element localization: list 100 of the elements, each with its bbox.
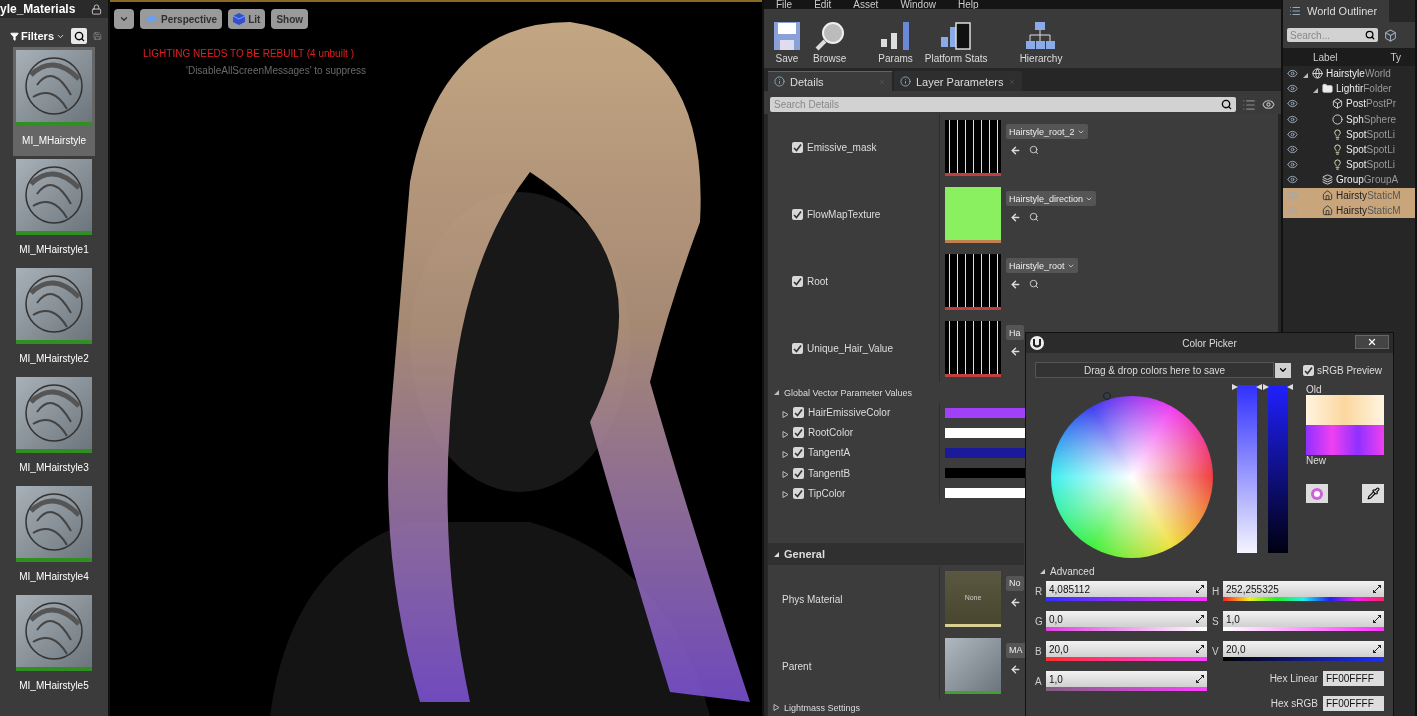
visibility-eye-icon[interactable]	[1287, 68, 1298, 80]
use-selected-icon[interactable]	[1010, 663, 1021, 675]
menu-item[interactable]: File	[776, 0, 793, 9]
checkbox[interactable]	[793, 467, 804, 479]
collapsed-arrow-icon[interactable]	[782, 450, 789, 458]
panel-tab[interactable]: Layer Parameters	[894, 71, 1023, 91]
section-header[interactable]: General	[768, 543, 1024, 566]
browse-icon[interactable]	[1029, 145, 1039, 155]
section-header[interactable]: Global Vector Parameter Values	[768, 382, 1024, 403]
collapsed-arrow-icon[interactable]	[782, 430, 789, 438]
viewport-mode-button[interactable]: Show	[271, 9, 309, 29]
number-field[interactable]: 4,085112	[1046, 581, 1207, 597]
number-field[interactable]: 1,0	[1046, 671, 1207, 687]
use-selected-icon[interactable]	[1010, 596, 1021, 608]
asset-dropdown[interactable]: Hairstyle_root_2	[1006, 124, 1088, 139]
visibility-filter-icon[interactable]	[1262, 98, 1275, 111]
collapsed-arrow-icon[interactable]	[782, 491, 789, 499]
outliner-row[interactable]: SphSphere	[1283, 111, 1415, 127]
color-swatch[interactable]	[945, 468, 1025, 478]
asset-dropdown[interactable]: No	[1006, 575, 1024, 591]
checkbox[interactable]	[793, 487, 804, 499]
asset-dropdown[interactable]: MA	[1006, 642, 1026, 658]
save-icon[interactable]	[93, 31, 102, 41]
asset-tile[interactable]: MI_MHairstyle1	[13, 156, 95, 265]
outliner-row[interactable]: HairstyStaticM	[1283, 187, 1415, 203]
toolbar-button[interactable]: Params	[875, 21, 916, 64]
outliner-row[interactable]: HairstyleWorld	[1283, 66, 1415, 82]
asset-dropdown[interactable]: Hairstyle_direction	[1006, 191, 1097, 207]
checkbox[interactable]	[792, 276, 803, 288]
column-header[interactable]: Ty	[1390, 51, 1401, 63]
menu-item[interactable]: Window	[900, 0, 936, 9]
view-options-icon[interactable]	[1242, 97, 1256, 112]
viewport-mode-button[interactable]: Perspective	[140, 9, 223, 29]
visibility-eye-icon[interactable]	[1287, 174, 1298, 186]
expanded-arrow-icon[interactable]	[1039, 568, 1046, 575]
collapsed-arrow-icon[interactable]	[782, 410, 789, 418]
use-selected-icon[interactable]	[1010, 346, 1021, 358]
checkbox[interactable]	[1303, 364, 1314, 376]
menu-item[interactable]: Help	[957, 0, 979, 9]
search-box[interactable]: Search...	[1287, 28, 1378, 42]
color-swatch[interactable]	[945, 488, 1025, 499]
color-swatch[interactable]	[945, 447, 1025, 458]
visibility-eye-icon[interactable]	[1287, 98, 1298, 110]
search-icon[interactable]	[1221, 99, 1232, 110]
visibility-eye-icon[interactable]	[1287, 83, 1298, 95]
viewport-options-button[interactable]	[114, 9, 134, 29]
number-field[interactable]: 20,0	[1223, 641, 1384, 657]
toolbar-button[interactable]: Browse	[810, 21, 850, 64]
asset-dropdown[interactable]: Hairstyle_root	[1006, 258, 1078, 274]
asset-tile[interactable]: MI_MHairstyle2	[13, 265, 95, 374]
filters-button[interactable]: Filters	[10, 30, 65, 42]
panel-tab[interactable]: Details	[768, 71, 892, 91]
lock-icon[interactable]	[91, 3, 102, 15]
menu-item[interactable]: Edit	[814, 0, 832, 9]
visibility-eye-icon[interactable]	[1287, 159, 1298, 171]
menu-item[interactable]: Asset	[853, 0, 879, 9]
visibility-eye-icon[interactable]	[1287, 128, 1298, 140]
checkbox[interactable]	[793, 447, 804, 459]
number-field[interactable]: 20,0	[1046, 641, 1207, 657]
dropdown-button[interactable]	[1275, 362, 1291, 378]
visibility-eye-icon[interactable]	[1287, 144, 1298, 156]
toolbar-button[interactable]: Platform Stats	[921, 21, 991, 64]
search-button[interactable]	[71, 28, 88, 44]
number-field[interactable]: 1,0	[1223, 611, 1384, 627]
close-button[interactable]	[1355, 335, 1389, 349]
checkbox[interactable]	[792, 343, 803, 355]
use-selected-icon[interactable]	[1010, 212, 1021, 224]
saved-colors-dropzone[interactable]: Drag & drop colors here to save	[1035, 362, 1274, 378]
asset-dropdown[interactable]: Ha	[1006, 325, 1024, 341]
slider-thumb[interactable]	[1232, 384, 1262, 390]
color-swatch[interactable]	[945, 427, 1025, 438]
browse-icon[interactable]	[1029, 212, 1039, 223]
hex-field[interactable]: FF00FFFF	[1323, 696, 1384, 711]
checkbox[interactable]	[792, 209, 803, 221]
asset-tile[interactable]: MI_MHairstyle5	[13, 592, 95, 701]
slider-thumb[interactable]	[1263, 384, 1293, 390]
outliner-row[interactable]: SpotSpotLi	[1283, 141, 1415, 158]
visibility-eye-icon[interactable]	[1287, 113, 1298, 125]
toolbar-button[interactable]: Hierarchy	[1016, 21, 1066, 64]
section-header[interactable]: Lightmass Settings	[768, 699, 1024, 716]
hex-field[interactable]: FF00FFFF	[1323, 671, 1384, 686]
browse-icon[interactable]	[1029, 279, 1039, 290]
color-swatch[interactable]	[945, 407, 1025, 418]
outliner-tab[interactable]: World Outliner	[1283, 0, 1389, 22]
saturation-slider-track[interactable]	[1237, 385, 1257, 553]
checkbox[interactable]	[793, 427, 804, 439]
color-wheel-button[interactable]	[1306, 484, 1328, 503]
outliner-row[interactable]: SpotSpotLi	[1283, 157, 1415, 173]
eyedropper-button[interactable]	[1362, 484, 1384, 503]
asset-tile[interactable]: MI_MHairstyle4	[13, 483, 95, 592]
column-header[interactable]: Label	[1313, 51, 1338, 63]
outliner-row[interactable]: SpotSpotLi	[1283, 126, 1415, 142]
use-selected-icon[interactable]	[1010, 145, 1021, 156]
viewport-mode-button[interactable]: Lit	[228, 9, 266, 29]
asset-tile[interactable]: MI_MHairstyle3	[13, 374, 95, 483]
outliner-row[interactable]: PostPostPr	[1283, 96, 1415, 112]
asset-tile[interactable]: MI_MHairstyle	[13, 47, 95, 156]
outliner-row[interactable]: LightirFolder	[1283, 81, 1415, 97]
checkbox[interactable]	[792, 142, 803, 153]
outliner-row[interactable]: GroupGroupA	[1283, 172, 1415, 188]
